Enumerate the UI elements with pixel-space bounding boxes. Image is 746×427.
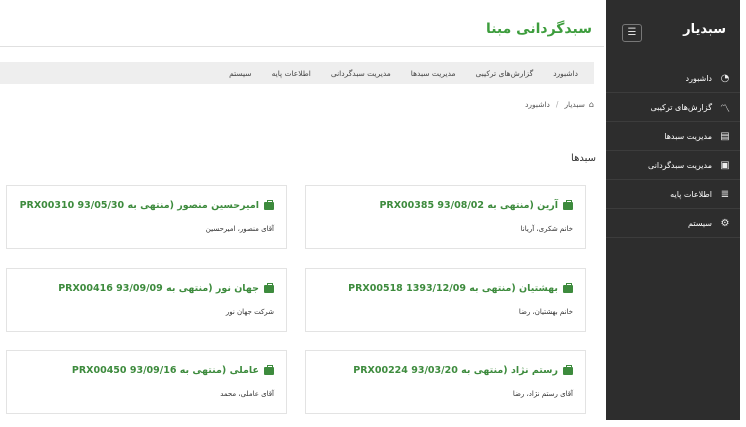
nav-dashboard[interactable]: داشبورد — [553, 69, 578, 78]
sidebar-item-portfolio-management[interactable]: ▣ مدیریت سبدگردانی — [606, 151, 740, 180]
sidebar-item-base-info[interactable]: ≣ اطلاعات پایه — [606, 180, 740, 209]
portfolio-card[interactable]: رستم نژاد (منتهی به 93/03/20 PRX00224 آق… — [305, 350, 586, 414]
portfolio-card[interactable]: آرین (منتهی به 93/08/02 PRX00385 خانم شک… — [305, 185, 586, 249]
card-title[interactable]: امیرحسین منصور (منتهی به 93/05/30 PRX003… — [19, 199, 274, 211]
briefcase-icon — [264, 199, 274, 210]
briefcase-icon — [563, 364, 573, 375]
chart-line-icon: 〽 — [720, 103, 730, 115]
nav-reports[interactable]: گزارش‌های ترکیبی — [476, 69, 534, 78]
divider — [0, 46, 604, 47]
sidebar-brand[interactable]: سبدیار — [683, 22, 726, 37]
card-subtitle: خانم شکری، آریانا — [520, 225, 573, 233]
briefcase-icon — [264, 364, 274, 375]
card-title-text: بهشتیان (منتهی به 1393/12/09 PRX00518 — [348, 283, 558, 294]
card-title-text: امیرحسین منصور (منتهی به 93/05/30 PRX003… — [19, 200, 259, 211]
sidebar-item-system[interactable]: ⚙ سیستم — [606, 209, 740, 238]
sidebar-item-reports[interactable]: 〽 گزارش‌های ترکیبی — [606, 93, 740, 122]
sidebar-item-label: داشبورد — [685, 73, 712, 83]
sidebar-item-label: مدیریت سبدگردانی — [648, 160, 712, 170]
briefcase-icon: ▣ — [720, 159, 730, 171]
card-subtitle: آقای عاملی، محمد — [220, 390, 274, 398]
card-title[interactable]: جهان نور (منتهی به 93/09/09 PRX00416 — [58, 282, 274, 294]
card-title-text: جهان نور (منتهی به 93/09/09 PRX00416 — [58, 283, 259, 294]
page-title: سبدگردانی مبنا — [485, 21, 592, 37]
breadcrumb: ⌂ سبدیار / داشبورد — [525, 100, 594, 109]
sidebar-item-label: اطلاعات پایه — [670, 189, 712, 199]
document-icon: ▤ — [720, 130, 730, 142]
sidebar-toggle-button[interactable]: ☰ — [622, 24, 642, 42]
card-subtitle: شرکت جهان نور — [225, 308, 274, 316]
main-content: سبدگردانی مبنا داشبورد گزارش‌های ترکیبی … — [0, 0, 604, 427]
card-title-text: آرین (منتهی به 93/08/02 PRX00385 — [379, 200, 558, 211]
sidebar-item-label: سیستم — [688, 218, 712, 228]
nav-portfolio-management[interactable]: مدیریت سبدگردانی — [331, 69, 391, 78]
portfolio-card[interactable]: بهشتیان (منتهی به 1393/12/09 PRX00518 خا… — [305, 268, 586, 332]
nav-system[interactable]: سیستم — [229, 69, 252, 78]
portfolio-card[interactable]: عاملی (منتهی به 93/09/16 PRX00450 آقای ع… — [6, 350, 287, 414]
dashboard-icon: ◔ — [720, 72, 730, 84]
card-title[interactable]: بهشتیان (منتهی به 1393/12/09 PRX00518 — [348, 282, 573, 294]
nav-portfolios[interactable]: مدیریت سبدها — [411, 69, 456, 78]
portfolio-card[interactable]: امیرحسین منصور (منتهی به 93/05/30 PRX003… — [6, 185, 287, 249]
database-icon: ≣ — [720, 188, 730, 200]
sidebar-item-label: مدیریت سبدها — [664, 131, 712, 141]
gear-icon: ⚙ — [720, 217, 730, 229]
nav-base-info[interactable]: اطلاعات پایه — [272, 69, 311, 78]
sidebar-item-dashboard[interactable]: ◔ داشبورد — [606, 64, 740, 93]
briefcase-icon — [563, 282, 573, 293]
sidebar-item-label: گزارش‌های ترکیبی — [650, 102, 712, 112]
breadcrumb-home[interactable]: سبدیار — [564, 100, 584, 109]
sidebar: سبدیار ☰ ◔ داشبورد 〽 گزارش‌های ترکیبی ▤ … — [606, 0, 740, 420]
top-navbar: داشبورد گزارش‌های ترکیبی مدیریت سبدها مد… — [0, 62, 594, 84]
portfolio-card[interactable]: جهان نور (منتهی به 93/09/09 PRX00416 شرک… — [6, 268, 287, 332]
home-icon[interactable]: ⌂ — [589, 100, 594, 109]
section-title: سبدها — [571, 153, 596, 164]
card-subtitle: آقای رستم نژاد، رضا — [512, 390, 573, 398]
card-title-text: رستم نژاد (منتهی به 93/03/20 PRX00224 — [353, 365, 558, 376]
sidebar-header: سبدیار ☰ — [606, 0, 740, 64]
card-title[interactable]: عاملی (منتهی به 93/09/16 PRX00450 — [71, 364, 274, 376]
sidebar-item-portfolios[interactable]: ▤ مدیریت سبدها — [606, 122, 740, 151]
card-subtitle: آقای منصور، امیرحسین — [205, 225, 274, 233]
breadcrumb-separator: / — [555, 100, 559, 109]
breadcrumb-current: داشبورد — [525, 100, 550, 109]
card-subtitle: خانم بهشتیان، رضا — [518, 308, 573, 316]
hamburger-icon: ☰ — [627, 27, 637, 38]
briefcase-icon — [264, 282, 274, 293]
card-title[interactable]: آرین (منتهی به 93/08/02 PRX00385 — [379, 199, 573, 211]
card-title[interactable]: رستم نژاد (منتهی به 93/03/20 PRX00224 — [353, 364, 573, 376]
briefcase-icon — [563, 199, 573, 210]
card-title-text: عاملی (منتهی به 93/09/16 PRX00450 — [71, 365, 259, 376]
